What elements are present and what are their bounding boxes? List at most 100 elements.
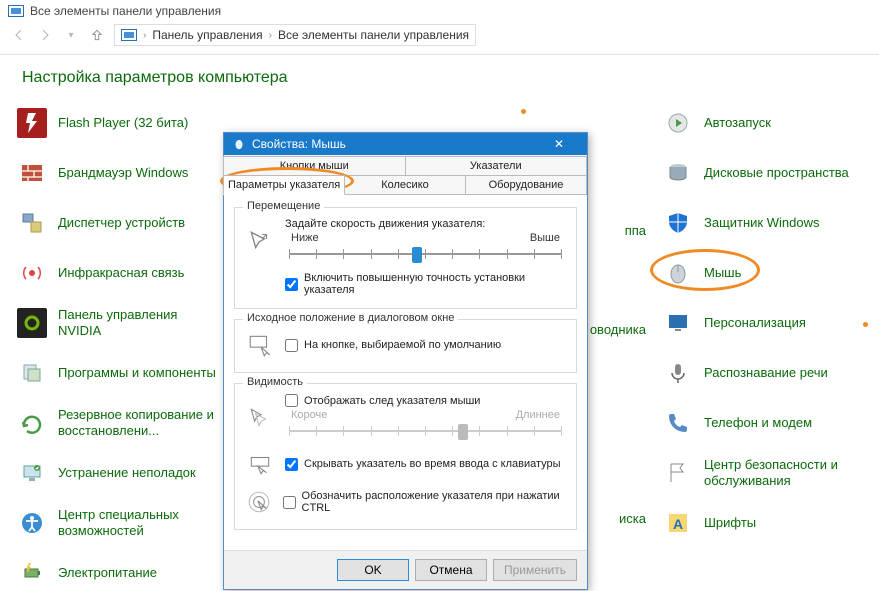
mouse-properties-dialog: Свойства: Мышь ✕ Кнопки мыши Указатели П… xyxy=(223,132,588,590)
cp-item-label: Брандмауэр Windows xyxy=(58,165,188,181)
group-snap-to: Исходное положение в диалоговом окне На … xyxy=(234,319,577,373)
close-button[interactable]: ✕ xyxy=(539,137,579,151)
cp-item-flash[interactable]: Flash Player (32 бита) xyxy=(12,105,222,141)
cp-item-power[interactable]: Электропитание xyxy=(12,555,222,591)
hide-pointer-icon xyxy=(245,449,275,479)
cp-item-nvidia[interactable]: Панель управления NVIDIA xyxy=(12,305,222,341)
cp-item-programs[interactable]: Программы и компоненты xyxy=(12,355,222,391)
slider-label-long: Длиннее xyxy=(516,409,560,421)
cp-item-firewall[interactable]: Брандмауэр Windows xyxy=(12,155,222,191)
cp-item-fonts[interactable]: A Шрифты xyxy=(658,505,868,541)
slider-label-slow: Ниже xyxy=(291,232,319,244)
cp-item-label: Центр специальных возможностей xyxy=(58,507,218,538)
cp-item-security[interactable]: Центр безопасности и обслуживания xyxy=(658,455,868,491)
fonts-icon: A xyxy=(663,508,693,538)
nav-up-icon[interactable] xyxy=(88,26,106,44)
snap-to-checkbox[interactable] xyxy=(285,339,298,352)
programs-icon xyxy=(17,358,47,388)
nav-recent-icon[interactable]: ▾ xyxy=(62,26,80,44)
cp-column-right: Автозапуск Дисковые пространства Защитни… xyxy=(658,105,868,591)
pointer-speed-slider[interactable] xyxy=(289,244,562,264)
cp-item-autoplay[interactable]: Автозапуск xyxy=(658,105,868,141)
locate-ctrl-checkbox[interactable] xyxy=(283,496,296,509)
cp-item-label: Мышь xyxy=(704,265,741,281)
tab-pointers[interactable]: Указатели xyxy=(405,156,588,176)
checkbox-label: Обозначить расположение указателя при на… xyxy=(302,490,566,514)
accessibility-icon xyxy=(17,508,47,538)
group-legend: Видимость xyxy=(243,376,307,388)
autoplay-icon xyxy=(663,108,693,138)
phone-icon xyxy=(663,408,693,438)
enhance-precision-checkbox[interactable] xyxy=(285,278,298,291)
cp-item-defender[interactable]: Защитник Windows xyxy=(658,205,868,241)
tab-pointer-options[interactable]: Параметры указателя xyxy=(223,175,345,195)
cp-item-troubleshoot[interactable]: Устранение неполадок xyxy=(12,455,222,491)
nvidia-icon xyxy=(17,308,47,338)
nav-forward-icon[interactable] xyxy=(36,26,54,44)
shield-icon xyxy=(663,208,693,238)
firewall-icon xyxy=(17,158,47,188)
pointer-trail-checkbox[interactable] xyxy=(285,394,298,407)
cp-item-mouse[interactable]: Мышь xyxy=(658,255,868,291)
cp-item-speech[interactable]: Распознавание речи xyxy=(658,355,868,391)
dialog-body: Перемещение Задайте скорость движения ук… xyxy=(224,195,587,550)
cp-column-left: Flash Player (32 бита) Брандмауэр Window… xyxy=(12,105,222,591)
cp-item-label: Инфракрасная связь xyxy=(58,265,184,281)
breadcrumb-item[interactable]: Панель управления xyxy=(152,28,262,42)
slider-label-fast: Выше xyxy=(530,232,560,244)
cp-item-devicemgr[interactable]: Диспетчер устройств xyxy=(12,205,222,241)
cp-item-infrared[interactable]: Инфракрасная связь xyxy=(12,255,222,291)
infrared-icon xyxy=(17,258,47,288)
nav-bar: ▾ › Панель управления › Все элементы пан… xyxy=(0,22,879,55)
flash-icon xyxy=(17,108,47,138)
checkbox-label: Отображать след указателя мыши xyxy=(304,395,480,407)
snap-to-icon xyxy=(245,330,275,360)
cp-item-label: Панель управления NVIDIA xyxy=(58,307,218,338)
trail-length-slider xyxy=(289,421,562,441)
breadcrumb-item[interactable]: Все элементы панели управления xyxy=(278,28,469,42)
slider-label-short: Короче xyxy=(291,409,327,421)
cp-item-phone[interactable]: Телефон и модем xyxy=(658,405,868,441)
breadcrumb-icon xyxy=(121,29,137,41)
group-legend: Перемещение xyxy=(243,200,324,212)
cp-item-label: Центр безопасности и обслуживания xyxy=(704,457,864,488)
tab-wheel[interactable]: Колесико xyxy=(344,175,466,195)
cancel-button[interactable]: Отмена xyxy=(415,559,487,581)
cp-item-label: Распознавание речи xyxy=(704,365,828,381)
cp-item-personalization[interactable]: Персонализация xyxy=(658,305,868,341)
chevron-right-icon: › xyxy=(269,30,272,41)
group-motion: Перемещение Задайте скорость движения ук… xyxy=(234,207,577,309)
svg-text:A: A xyxy=(673,516,683,532)
dialog-titlebar[interactable]: Свойства: Мышь ✕ xyxy=(224,133,587,155)
backup-icon xyxy=(17,408,47,438)
tab-hardware[interactable]: Оборудование xyxy=(465,175,587,195)
checkbox-label: На кнопке, выбираемой по умолчанию xyxy=(304,339,501,351)
apply-button[interactable]: Применить xyxy=(493,559,577,581)
personalization-icon xyxy=(663,308,693,338)
cp-item-accessibility[interactable]: Центр специальных возможностей xyxy=(12,505,222,541)
nav-back-icon[interactable] xyxy=(10,26,28,44)
cp-item-label: Резервное копирование и восстановлени... xyxy=(58,407,218,438)
cp-item-backup[interactable]: Резервное копирование и восстановлени... xyxy=(12,405,222,441)
tab-buttons[interactable]: Кнопки мыши xyxy=(223,156,406,176)
cp-item-label: Защитник Windows xyxy=(704,215,819,231)
pointer-speed-icon xyxy=(245,226,275,256)
cp-item-label: Телефон и модем xyxy=(704,415,812,431)
checkbox-label: Включить повышенную точность установки у… xyxy=(304,272,566,296)
dialog-title: Свойства: Мышь xyxy=(252,137,346,151)
hide-pointer-checkbox[interactable] xyxy=(285,458,298,471)
cp-item-storage[interactable]: Дисковые пространства xyxy=(658,155,868,191)
trail-icon xyxy=(245,403,275,433)
mouse-icon xyxy=(663,258,693,288)
ok-button[interactable]: OK xyxy=(337,559,409,581)
breadcrumb[interactable]: › Панель управления › Все элементы панел… xyxy=(114,24,476,46)
window-title-text: Все элементы панели управления xyxy=(30,4,221,18)
chevron-right-icon: › xyxy=(143,30,146,41)
power-icon xyxy=(17,558,47,588)
cp-item-label: Электропитание xyxy=(58,565,157,581)
page-title: Настройка параметров компьютера xyxy=(0,55,879,105)
speed-label: Задайте скорость движения указателя: xyxy=(285,218,566,230)
microphone-icon xyxy=(663,358,693,388)
flag-icon xyxy=(663,458,693,488)
cp-item-label: Автозапуск xyxy=(704,115,771,131)
